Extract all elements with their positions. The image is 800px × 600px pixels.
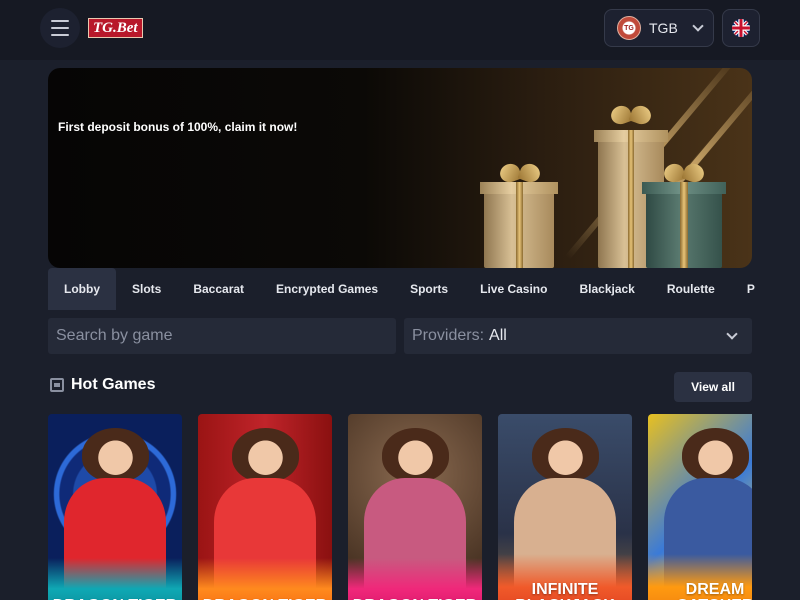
game-card[interactable]: DREAMCATCHER [648, 414, 752, 600]
dealer-image [81, 428, 149, 482]
tab-p[interactable]: P [731, 268, 771, 310]
game-card[interactable]: DRAGON TIGER [48, 414, 182, 600]
hamburger-menu-icon[interactable] [40, 8, 80, 48]
providers-label: Providers: [412, 327, 485, 344]
game-title: DREAMCATCHER [648, 554, 752, 600]
tab-live-casino[interactable]: Live Casino [464, 268, 563, 310]
dealer-image [381, 428, 449, 482]
tab-roulette[interactable]: Roulette [651, 268, 731, 310]
game-title: INFINITEBLACKJACK [498, 554, 632, 600]
tab-blackjack[interactable]: Blackjack [563, 268, 650, 310]
coin-icon: TG [617, 16, 641, 40]
top-bar: TG.Bet TG TGB [0, 0, 800, 60]
tab-slots[interactable]: Slots [116, 268, 177, 310]
game-card[interactable]: DRAGON TIGER [198, 414, 332, 600]
site-logo[interactable]: TG.Bet [88, 18, 143, 38]
section-title: Hot Games [71, 376, 156, 393]
game-card[interactable]: DRAGON TIGER [348, 414, 482, 600]
providers-dropdown[interactable]: Providers: All [404, 318, 752, 354]
promo-banner[interactable]: First deposit bonus of 100%, claim it no… [48, 68, 752, 268]
language-selector[interactable] [722, 9, 760, 47]
dealer-image [231, 428, 299, 482]
game-title: DRAGON TIGER [348, 558, 482, 600]
view-all-button[interactable]: View all [674, 372, 752, 402]
tab-baccarat[interactable]: Baccarat [177, 268, 260, 310]
hot-games-list: DRAGON TIGER DRAGON TIGER DRAGON TIGER INFI… [48, 414, 752, 600]
tab-lobby[interactable]: Lobby [48, 268, 116, 310]
game-title: DRAGON TIGER [198, 558, 332, 600]
dealer-image [681, 428, 749, 482]
chevron-down-icon [692, 20, 704, 32]
currency-selector[interactable]: TG TGB [604, 9, 714, 47]
tab-sports[interactable]: Sports [394, 268, 464, 310]
providers-value: All [489, 327, 507, 344]
game-title: DRAGON TIGER [48, 558, 182, 600]
tab-encrypted-games[interactable]: Encrypted Games [260, 268, 394, 310]
search-input[interactable] [48, 318, 396, 354]
hot-games-icon [50, 378, 64, 392]
game-card[interactable]: INFINITEBLACKJACK [498, 414, 632, 600]
banner-text: First deposit bonus of 100%, claim it no… [58, 120, 298, 134]
chevron-down-icon [726, 328, 738, 340]
currency-label: TGB [649, 20, 678, 36]
uk-flag-icon [732, 19, 750, 37]
hot-games-heading: Hot Games [50, 376, 155, 394]
category-tabs: Lobby Slots Baccarat Encrypted Games Sports L… [48, 268, 800, 310]
dealer-image [531, 428, 599, 482]
